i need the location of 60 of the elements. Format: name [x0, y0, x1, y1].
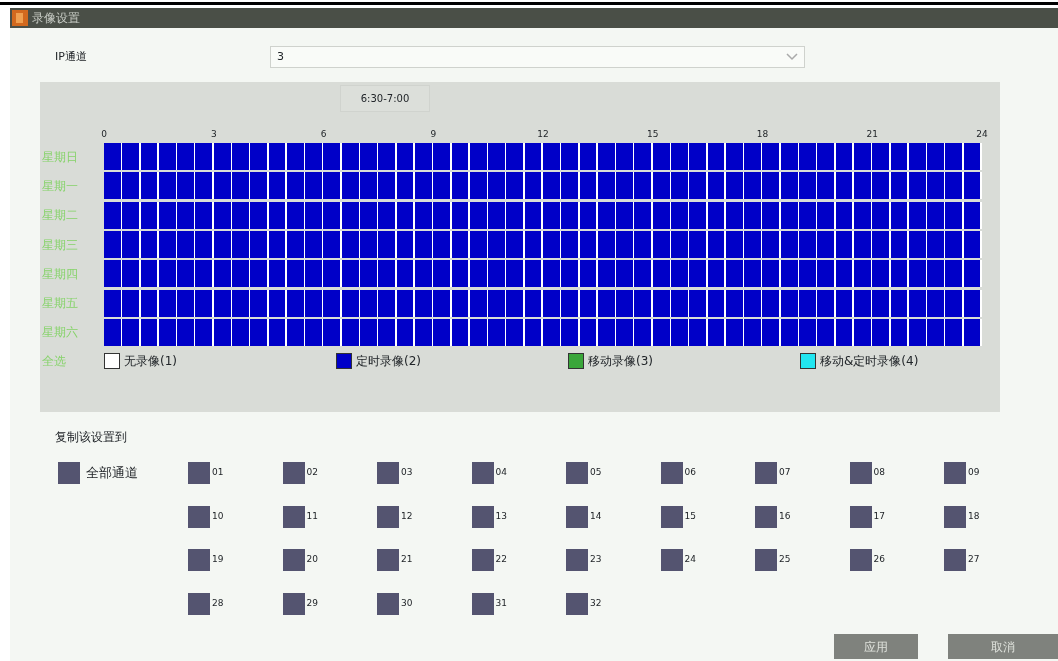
channel-checkbox[interactable]: 25	[755, 549, 850, 571]
window-title: 录像设置	[32, 10, 80, 27]
schedule-row[interactable]	[104, 172, 982, 200]
axis-tick-label: 15	[647, 128, 659, 141]
axis-tick-label: 3	[210, 128, 217, 141]
schedule-row[interactable]	[104, 201, 982, 229]
channel-checkbox[interactable]: 27	[944, 549, 1039, 571]
field-label: IP通道	[55, 48, 88, 65]
app-logo-icon	[12, 10, 28, 26]
schedule-row[interactable]	[104, 289, 982, 317]
time-tooltip: 6:30-7:00	[340, 85, 430, 112]
channel-checkbox[interactable]: 01	[188, 462, 283, 484]
channel-checkbox[interactable]: 21	[377, 549, 472, 571]
channel-checkbox[interactable]: 32	[566, 592, 661, 615]
legend-label: 定时录像(2)	[356, 353, 421, 370]
channel-checkbox[interactable]: 30	[377, 592, 472, 615]
channel-checkbox[interactable]: 17	[849, 505, 944, 528]
channel-checkbox[interactable]: 26	[849, 549, 944, 571]
channel-checkbox[interactable]: 08	[849, 462, 944, 484]
channel-checkbox[interactable]: 02	[282, 462, 377, 484]
legend-label: 无录像(1)	[124, 353, 177, 370]
channel-checkbox[interactable]: 20	[282, 549, 377, 571]
axis-tick-label: 24	[976, 128, 988, 141]
schedule-row[interactable]	[104, 231, 982, 259]
channel-checkbox[interactable]: 22	[471, 549, 566, 571]
channel-checkbox[interactable]: 04	[471, 462, 566, 484]
axis-tick-label: 9	[430, 128, 437, 141]
channel-checkbox[interactable]: 06	[660, 462, 755, 484]
schedule-row[interactable]	[104, 318, 982, 346]
channel-checkbox[interactable]: 12	[377, 505, 472, 528]
channel-checkbox[interactable]: 29	[282, 592, 377, 615]
channel-checkbox[interactable]: 19	[188, 549, 283, 571]
axis-tick-label: 18	[756, 128, 769, 141]
channel-checkbox[interactable]: 15	[660, 505, 755, 528]
channel-checkbox[interactable]: 09	[944, 462, 1039, 484]
section-label: 复制该设置到	[54, 429, 128, 446]
axis-tick-label: 6	[320, 128, 327, 141]
channel-checkbox[interactable]: 13	[471, 505, 566, 528]
axis-tick-label: 21	[866, 128, 878, 141]
channel-dropdown[interactable]: 3	[270, 46, 805, 68]
channel-checkbox[interactable]: 24	[660, 549, 755, 571]
chevron-down-icon	[786, 53, 798, 61]
channel-checkbox[interactable]: 31	[471, 592, 566, 615]
channel-checkbox[interactable]: 23	[566, 549, 661, 571]
channel-checkbox[interactable]: 03	[377, 462, 472, 484]
channel-checkbox[interactable]: 28	[188, 592, 283, 615]
schedule-row[interactable]	[104, 260, 982, 288]
channel-checkbox[interactable]: 07	[755, 462, 850, 484]
channel-checkbox[interactable]: 18	[944, 505, 1039, 528]
axis-tick-label: 12	[537, 128, 549, 141]
channel-checkbox[interactable]: 05	[566, 462, 661, 484]
channel-checkbox[interactable]: 16	[755, 505, 850, 528]
axis-tick-label: 0	[101, 128, 107, 141]
legend-label: 移动录像(3)	[588, 353, 653, 370]
channel-checkbox[interactable]: 11	[282, 505, 377, 528]
channel-checkbox[interactable]: 14	[566, 505, 661, 528]
legend-label: 移动&定时录像(4)	[820, 353, 919, 370]
all-channels-checkbox[interactable]: 全部通道	[58, 462, 188, 484]
channel-checkbox[interactable]: 10	[188, 505, 283, 528]
schedule-row[interactable]	[104, 143, 982, 171]
